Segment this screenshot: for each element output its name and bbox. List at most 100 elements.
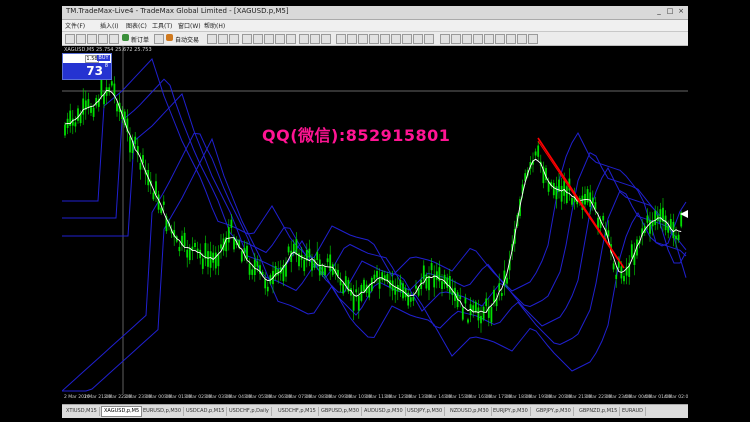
- auto-trading-icon[interactable]: [166, 34, 173, 41]
- period-m30-icon[interactable]: [473, 34, 483, 44]
- chart-shift-icon[interactable]: [286, 34, 296, 44]
- data-window-icon[interactable]: [98, 34, 108, 44]
- chart-tab[interactable]: USDCHF,p,M15: [276, 407, 319, 416]
- text-tool-icon[interactable]: [413, 34, 423, 44]
- candle-body: [409, 297, 412, 302]
- chart-tab[interactable]: NZDUSD,p,M30: [448, 407, 492, 416]
- menu-file[interactable]: 文件(F): [65, 21, 85, 30]
- candle-body: [422, 265, 425, 280]
- new-order-icon[interactable]: [122, 34, 129, 41]
- chart-tab[interactable]: GBPJPY,p,M30: [534, 407, 574, 416]
- chart-canvas[interactable]: [62, 46, 688, 394]
- candle-body: [649, 219, 651, 234]
- period-w1-icon[interactable]: [517, 34, 527, 44]
- period-h1-icon[interactable]: [484, 34, 494, 44]
- period-m1-icon[interactable]: [440, 34, 450, 44]
- profiles-icon[interactable]: [76, 34, 86, 44]
- candle-body: [188, 248, 191, 261]
- one-click-trading-panel[interactable]: 1.58 BUY 73 8: [62, 53, 112, 80]
- candle-body: [303, 259, 306, 272]
- chart-tab[interactable]: EURUSD,p,M30: [141, 407, 185, 416]
- moving-average-band: [62, 58, 687, 292]
- candle-body: [77, 108, 79, 121]
- candle-body: [363, 279, 365, 292]
- menu-help[interactable]: 帮助(H): [204, 21, 225, 30]
- candle-body: [464, 297, 467, 304]
- templates-icon[interactable]: [321, 34, 331, 44]
- cursor-icon[interactable]: [336, 34, 346, 44]
- label-tool-icon[interactable]: [424, 34, 434, 44]
- candle-body: [664, 215, 667, 231]
- new-chart-icon[interactable]: [65, 34, 75, 44]
- price-chart[interactable]: XAGUSD,M5 25.754 25.672 25.753 1.58 BUY …: [62, 46, 688, 403]
- chart-tab[interactable]: AUDUSD,p,M30: [362, 407, 406, 416]
- candle-body: [248, 263, 251, 275]
- candle-body: [155, 181, 157, 195]
- moving-average-band: [62, 137, 687, 392]
- navigator-icon[interactable]: [109, 34, 119, 44]
- periods-icon[interactable]: [310, 34, 320, 44]
- candle-body: [493, 289, 495, 303]
- chart-tab[interactable]: GBPUSD,p,M30: [319, 407, 363, 416]
- candle-body: [352, 294, 355, 311]
- candle-body: [467, 319, 469, 323]
- buy-price[interactable]: 73: [63, 63, 111, 79]
- period-m15-icon[interactable]: [462, 34, 472, 44]
- chart-tab[interactable]: GBPNZD,p,M15: [577, 407, 621, 416]
- channel-icon[interactable]: [391, 34, 401, 44]
- trendline: [537, 137, 625, 269]
- menu-charts[interactable]: 图表(C): [126, 21, 147, 30]
- new-order-button[interactable]: 新订单: [131, 35, 149, 44]
- chart-tab[interactable]: XAGUSD,p,M5: [101, 406, 143, 417]
- chart-tab[interactable]: EURAUD: [620, 407, 647, 416]
- candle-body: [368, 286, 371, 298]
- period-mn-icon[interactable]: [528, 34, 538, 44]
- market-watch-icon[interactable]: [87, 34, 97, 44]
- autoscroll-icon[interactable]: [275, 34, 285, 44]
- candle-body: [318, 259, 321, 276]
- zoom-out-icon[interactable]: [253, 34, 263, 44]
- maximize-button[interactable]: □: [665, 7, 675, 16]
- candle-body: [92, 107, 95, 117]
- candlestick-icon[interactable]: [218, 34, 228, 44]
- chart-tab[interactable]: EURJPY,p,M30: [491, 407, 531, 416]
- auto-trading-button[interactable]: 自动交易: [175, 35, 199, 44]
- period-h4-icon[interactable]: [495, 34, 505, 44]
- chart-tab[interactable]: USDJPY,p,M30: [405, 407, 446, 416]
- menu-insert[interactable]: 插入(I): [100, 21, 118, 30]
- candle-body: [214, 252, 217, 269]
- candle-body: [370, 278, 373, 291]
- bar-chart-icon[interactable]: [207, 34, 217, 44]
- candle-body: [441, 281, 443, 289]
- trendline-icon[interactable]: [380, 34, 390, 44]
- crosshair-icon[interactable]: [347, 34, 357, 44]
- candle-body: [586, 189, 589, 203]
- buy-button[interactable]: BUY: [97, 55, 110, 61]
- candle-body: [498, 283, 501, 291]
- candle-body: [412, 296, 415, 301]
- chart-tab[interactable]: USDCAD,p,M15: [184, 407, 228, 416]
- minimize-button[interactable]: _: [654, 7, 664, 16]
- candle-body: [342, 283, 345, 294]
- horizontal-line-icon[interactable]: [369, 34, 379, 44]
- menu-window[interactable]: 窗口(W): [178, 21, 201, 30]
- tile-windows-icon[interactable]: [264, 34, 274, 44]
- candle-body: [591, 197, 594, 204]
- fibonacci-icon[interactable]: [402, 34, 412, 44]
- chart-tab[interactable]: USDCHF,p,Daily: [227, 407, 272, 416]
- close-button[interactable]: ×: [676, 7, 686, 16]
- candle-body: [204, 243, 207, 259]
- period-d1-icon[interactable]: [506, 34, 516, 44]
- candle-body: [435, 271, 438, 280]
- period-m5-icon[interactable]: [451, 34, 461, 44]
- zoom-in-icon[interactable]: [242, 34, 252, 44]
- indicators-icon[interactable]: [299, 34, 309, 44]
- vertical-line-icon[interactable]: [358, 34, 368, 44]
- candle-body: [142, 155, 144, 164]
- chart-tab[interactable]: XTIUSD,M15: [64, 407, 100, 416]
- menu-tools[interactable]: 工具(T): [152, 21, 172, 30]
- candle-body: [290, 250, 293, 262]
- line-chart-icon[interactable]: [229, 34, 239, 44]
- meta-editor-icon[interactable]: [154, 34, 164, 44]
- candle-body: [308, 248, 311, 258]
